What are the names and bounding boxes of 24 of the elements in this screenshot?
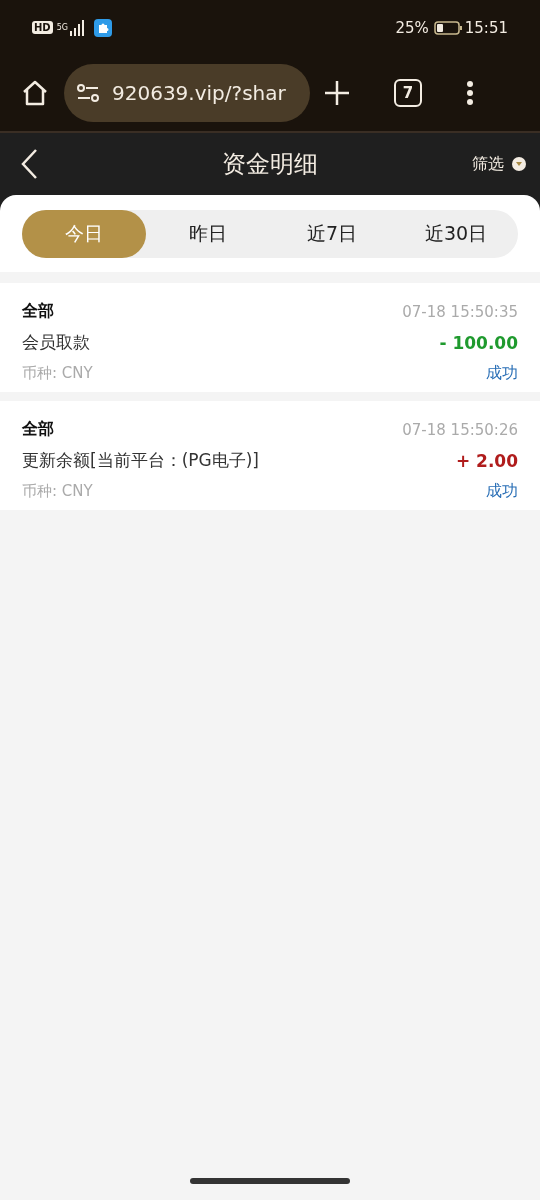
record-status: 成功	[486, 363, 518, 384]
url-text: 920639.vip/?shar	[112, 81, 286, 105]
record-category: 全部	[22, 301, 55, 322]
filter-button[interactable]: 筛选	[472, 153, 526, 175]
record-time: 07-18 15:50:26	[402, 420, 518, 439]
record-description: 会员取款	[22, 331, 91, 354]
record-amount: + 2.00	[455, 450, 518, 471]
record-currency: 币种: CNY	[22, 364, 94, 383]
record-time: 07-18 15:50:35	[402, 302, 518, 321]
network-label: 5G	[56, 23, 68, 32]
page-title: 资金明细	[222, 150, 318, 178]
period-tab[interactable]: 昨日	[146, 210, 270, 258]
tab-count-button[interactable]: 7	[394, 79, 422, 107]
record-category: 全部	[22, 419, 55, 440]
address-bar[interactable]: 920639.vip/?shar	[64, 64, 310, 122]
record-status: 成功	[486, 481, 518, 502]
record-currency: 币种: CNY	[22, 482, 94, 501]
record-amount: - 100.00	[439, 332, 518, 353]
battery-percent: 25%	[395, 18, 429, 37]
record-description: 更新余额[当前平台：(PG电子)]	[22, 449, 260, 472]
clock-time: 15:51	[464, 18, 508, 37]
period-tab[interactable]: 近7日	[270, 210, 394, 258]
hd-badge: HD	[32, 21, 53, 34]
period-tab[interactable]: 近30日	[394, 210, 518, 258]
